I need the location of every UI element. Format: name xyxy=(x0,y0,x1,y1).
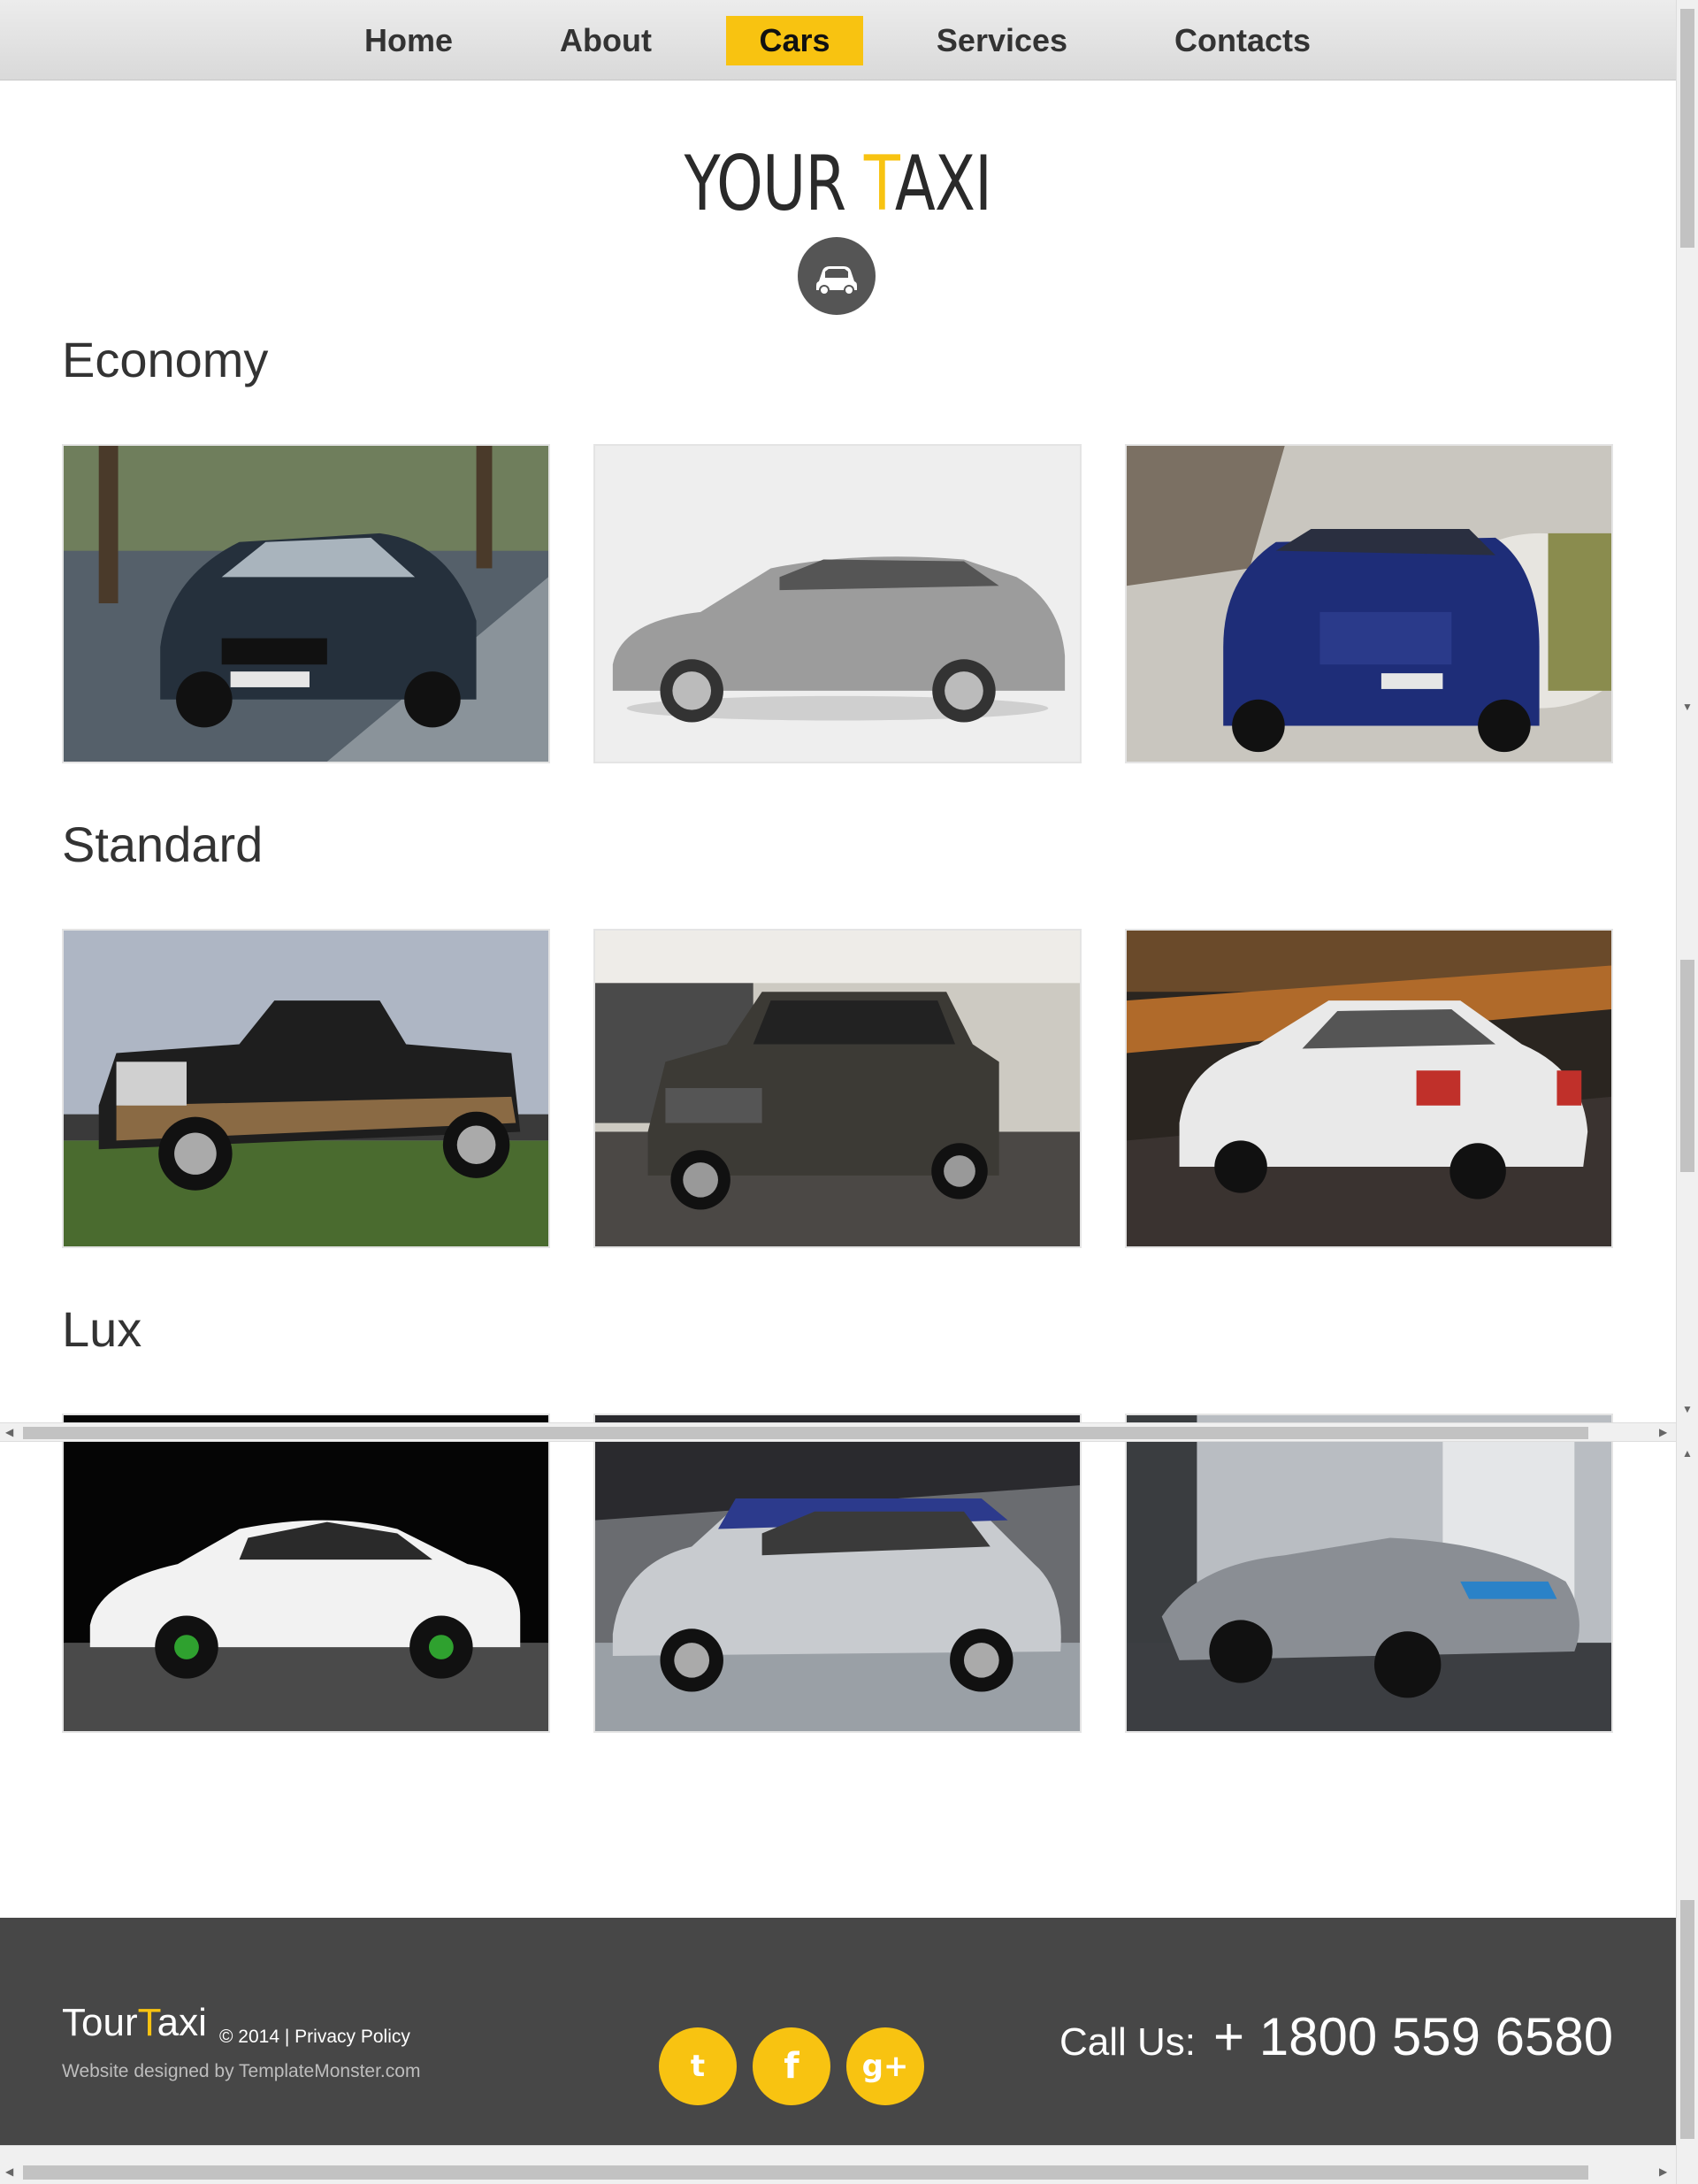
car-photo-silver-roadster[interactable] xyxy=(1125,1414,1613,1733)
car-photo-white-sedan[interactable] xyxy=(1125,929,1613,1248)
nav-about[interactable]: About xyxy=(548,16,663,65)
google-plus-glyph: g+ xyxy=(861,2049,909,2084)
section-title-lux: Lux xyxy=(62,1301,142,1357)
car-photo-black-pickup[interactable] xyxy=(62,929,550,1248)
nav-home[interactable]: Home xyxy=(354,16,463,65)
page-horizontal-scrollbar[interactable]: ◀ ▶ xyxy=(0,2145,1676,2184)
twitter-glyph: t xyxy=(690,2049,706,2084)
logo-text-accent: T xyxy=(863,140,896,228)
nav-cars[interactable]: Cars xyxy=(726,16,863,65)
scroll-left-arrow-icon[interactable]: ◀ xyxy=(5,1426,13,1438)
phone-number[interactable]: + 1800 559 6580 xyxy=(1213,2006,1613,2067)
car-photo-land-rover[interactable] xyxy=(593,929,1082,1248)
facebook-icon[interactable]: f xyxy=(753,2027,830,2105)
top-navigation: Home About Cars Services Contacts xyxy=(0,0,1676,80)
nav-contacts[interactable]: Contacts xyxy=(1167,16,1318,65)
brand-text-part2: axi xyxy=(157,2001,207,2044)
privacy-policy-link[interactable]: Privacy Policy xyxy=(294,2027,410,2047)
nav-services[interactable]: Services xyxy=(929,16,1075,65)
footer-copyright: © 2014 | Privacy Policy xyxy=(219,2027,410,2048)
vertical-scrollbar-thumb-middle[interactable] xyxy=(1680,960,1694,1172)
brand-text-part1: Tour xyxy=(62,2001,138,2044)
site-logo[interactable]: YOUR TAXI xyxy=(184,140,1491,228)
car-photo-silver-wagon[interactable] xyxy=(593,444,1082,763)
page-scroll-left-arrow-icon[interactable]: ◀ xyxy=(5,2165,13,2178)
vertical-scrollbar-thumb-top[interactable] xyxy=(1680,9,1694,248)
page-scrollbar-thumb[interactable] xyxy=(23,2165,1588,2180)
page-vertical-scrollbar[interactable]: ▼ ▼ ▲ xyxy=(1676,0,1698,2184)
section-title-standard: Standard xyxy=(62,816,264,872)
call-us-label: Call Us: xyxy=(1059,2020,1197,2064)
car-photo-white-coupe[interactable] xyxy=(62,1414,550,1733)
scroll-down-arrow-icon-2[interactable]: ▼ xyxy=(1682,1403,1693,1415)
section-title-economy: Economy xyxy=(62,332,269,387)
car-photo-blue-suv[interactable] xyxy=(1125,444,1613,763)
logo-text-part2: AXI xyxy=(894,140,992,228)
inner-horizontal-scrollbar[interactable]: ◀ ▶ xyxy=(0,1422,1676,1442)
brand-text-accent: T xyxy=(137,2001,157,2044)
page-scroll-right-arrow-icon[interactable]: ▶ xyxy=(1659,2165,1667,2178)
car-icon xyxy=(798,237,876,315)
copyright-text: © 2014 | xyxy=(219,2027,290,2047)
designed-by-text[interactable]: Website designed by TemplateMonster.com xyxy=(62,2061,420,2082)
footer-brand[interactable]: TourTaxi xyxy=(62,2001,207,2045)
google-plus-icon[interactable]: g+ xyxy=(846,2027,924,2105)
car-photo-dark-sedan[interactable] xyxy=(62,444,550,763)
logo-text-part1: YOUR xyxy=(684,140,864,228)
scroll-right-arrow-icon[interactable]: ▶ xyxy=(1659,1426,1667,1438)
car-photo-silver-hatchback[interactable] xyxy=(593,1414,1082,1733)
facebook-glyph: f xyxy=(784,2046,799,2087)
scrollbar-thumb[interactable] xyxy=(23,1427,1588,1439)
vertical-scrollbar-thumb-bottom[interactable] xyxy=(1680,1900,1694,2139)
scroll-up-arrow-icon[interactable]: ▲ xyxy=(1682,1447,1693,1460)
scroll-down-arrow-icon[interactable]: ▼ xyxy=(1682,701,1693,713)
twitter-icon[interactable]: t xyxy=(659,2027,737,2105)
